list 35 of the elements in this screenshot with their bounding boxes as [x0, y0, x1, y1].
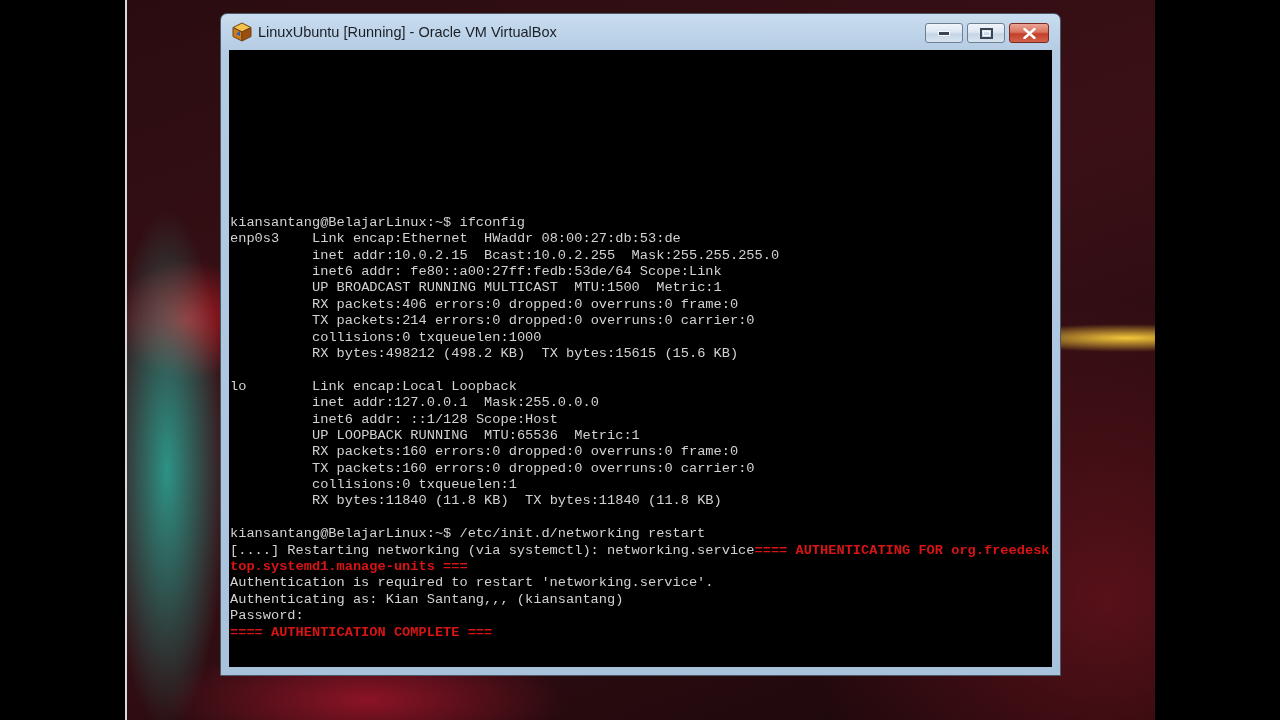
- terminal-line: inet addr:10.0.2.15 Bcast:10.0.2.255 Mask:255.255.255.0: [312, 247, 780, 264]
- terminal-line: RX bytes:11840 (11.8 KB) TX bytes:11840 (11.8 KB): [312, 493, 722, 510]
- terminal-line: UP BROADCAST RUNNING MULTICAST MTU:1500 Metric:1: [312, 280, 722, 297]
- cube-icon: [232, 22, 252, 42]
- close-icon: [1022, 27, 1036, 39]
- terminal-line: Link encap:Local Loopback: [312, 378, 517, 396]
- terminal-line: RX packets:160 errors:0 dropped:0 overruns:0 frame:0: [312, 444, 739, 461]
- alert-message: ==== AUTHENTICATING FOR org.freedesk: [754, 542, 1050, 560]
- terminal-line: kiansantang@BelajarLinux:~$ ifconfig: [230, 214, 526, 232]
- minimize-icon: [938, 30, 950, 36]
- terminal-line: inet6 addr: fe80::a00:27ff:fedb:53de/64 Scope:Link: [312, 264, 722, 281]
- terminal-line: collisions:0 txqueuelen:1000: [312, 329, 542, 346]
- window-title: LinuxUbuntu [Running] - Oracle VM VirtualBox: [258, 24, 558, 40]
- terminal-line: [....] Restarting networking (via systemctl): networking.service: [230, 542, 755, 560]
- interface-name: enp0s3: [230, 231, 281, 248]
- terminal-line: Link encap:Ethernet HWaddr 08:00:27:db:53:de: [312, 231, 681, 248]
- terminal-line: RX bytes:498212 (498.2 KB) TX bytes:15615 (15.6 KB): [312, 345, 739, 363]
- minimize-button[interactable]: [925, 23, 963, 43]
- terminal-line: inet6 addr: ::1/128 Scope:Host: [312, 411, 558, 428]
- interface-name: lo: [230, 378, 248, 396]
- maximize-icon: [979, 27, 993, 39]
- terminal-line: UP LOOPBACK RUNNING MTU:65536 Metric:1: [312, 427, 640, 445]
- terminal-line: kiansantang@BelajarLinux:~$ /etc/init.d/networking restart: [230, 526, 706, 543]
- terminal-line: inet addr:127.0.0.1 Mask:255.0.0.0: [312, 395, 599, 412]
- maximize-button[interactable]: [967, 23, 1005, 43]
- terminal-line: Authenticating as: Kian Santang,,, (kiansantang): [230, 591, 624, 609]
- terminal-line: Authentication is required to restart 'networking.service'.: [230, 575, 714, 592]
- terminal-line: Password:: [230, 608, 304, 625]
- terminal-line: TX packets:160 errors:0 dropped:0 overruns:0 carrier:0: [312, 460, 755, 478]
- terminal-line: RX packets:406 errors:0 dropped:0 overruns:0 frame:0: [312, 296, 739, 314]
- terminal-line: collisions:0 txqueuelen:1: [312, 477, 517, 494]
- close-button[interactable]: [1009, 23, 1049, 43]
- alert-message: ==== AUTHENTICATION COMPLETE ===: [230, 624, 493, 641]
- terminal-line: TX packets:214 errors:0 dropped:0 overruns:0 carrier:0: [312, 313, 755, 330]
- alert-message: top.systemd1.manage-units ===: [230, 559, 468, 576]
